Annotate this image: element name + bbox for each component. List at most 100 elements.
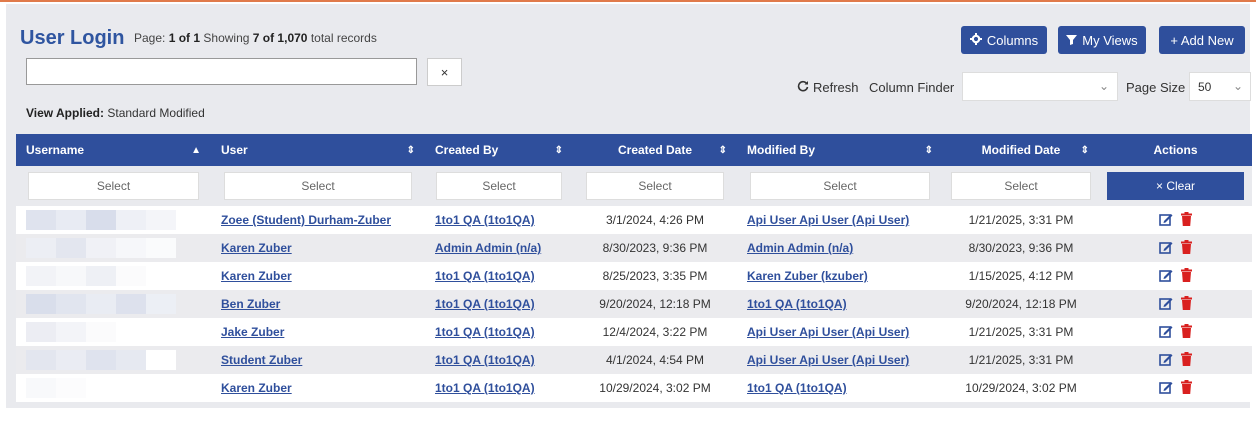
username-cell [16,210,211,230]
trash-icon[interactable] [1181,239,1192,257]
user-link[interactable]: Karen Zuber [221,241,292,255]
modified-date-filter[interactable]: Select [951,172,1091,200]
modified-by-link-cell: Api User Api User (Api User) [737,213,943,227]
search-clear-button[interactable]: × [427,58,462,86]
user-link[interactable]: Jake Zuber [221,325,284,339]
modified-by-link[interactable]: Api User Api User (Api User) [747,213,909,227]
modified-by-link[interactable]: Api User Api User (Api User) [747,353,909,367]
edit-icon[interactable] [1159,268,1173,285]
modified-by-link[interactable]: 1to1 QA (1to1QA) [747,381,847,395]
created-by-link[interactable]: 1to1 QA (1to1QA) [435,353,535,367]
user-filter[interactable]: Select [224,172,412,200]
column-header-user[interactable]: User ⇕ [211,134,425,166]
table-row: Zoee (Student) Durham-Zuber 1to1 QA (1to1… [16,206,1252,234]
modified-by-link[interactable]: Karen Zuber (kzuber) [747,269,868,283]
modified-date-cell: 1/21/2025, 3:31 PM [943,353,1099,367]
refresh-label: Refresh [813,80,859,95]
page-size-value: 50 [1198,80,1212,94]
created-by-link[interactable]: Admin Admin (n/a) [435,241,541,255]
user-link-cell: Zoee (Student) Durham-Zuber [211,213,425,227]
chevron-down-icon: ⌄ [1232,79,1243,93]
edit-icon[interactable] [1159,352,1173,369]
created-by-link[interactable]: 1to1 QA (1to1QA) [435,381,535,395]
redacted-username [26,322,201,342]
clear-filters-button[interactable]: × Clear [1107,172,1244,200]
modified-by-link[interactable]: Admin Admin (n/a) [747,241,853,255]
table-row: Ben Zuber 1to1 QA (1to1QA) 9/20/2024, 12:1… [16,290,1252,318]
column-header-modified-by[interactable]: Modified By ⇕ [737,134,943,166]
edit-icon[interactable] [1159,212,1173,229]
filter-cell: Select [211,172,425,200]
created-by-link-cell: 1to1 QA (1to1QA) [425,325,573,339]
redacted-username [26,210,201,230]
filter-cell: Select [737,172,943,200]
user-link[interactable]: Karen Zuber [221,269,292,283]
redacted-username [26,350,201,370]
column-header-created-by[interactable]: Created By ⇕ [425,134,573,166]
page-size-select[interactable]: 50 ⌄ [1189,72,1251,101]
page-info: Page: 1 of 1 Showing 7 of 1,070 total re… [134,31,377,45]
column-header-created-date[interactable]: Created Date ⇕ [573,134,737,166]
search-input[interactable] [26,58,417,85]
modified-date-cell: 8/30/2023, 9:36 PM [943,241,1099,255]
refresh-button[interactable]: Refresh [797,80,859,95]
redacted-username [26,238,201,258]
column-finder-select[interactable]: ⌄ [962,72,1118,101]
modified-by-link-cell: 1to1 QA (1to1QA) [737,381,943,395]
created-date-cell: 8/25/2023, 3:35 PM [573,269,737,283]
created-by-link[interactable]: 1to1 QA (1to1QA) [435,325,535,339]
sort-asc-icon: ▲ [191,144,201,156]
created-by-link-cell: Admin Admin (n/a) [425,241,573,255]
created-by-link[interactable]: 1to1 QA (1to1QA) [435,213,535,227]
trash-icon[interactable] [1181,323,1192,341]
trash-icon[interactable] [1181,267,1192,285]
modified-by-link[interactable]: 1to1 QA (1to1QA) [747,297,847,311]
modified-date: 1/15/2025, 4:12 PM [968,269,1074,283]
add-new-button[interactable]: + Add New [1159,26,1245,54]
column-header-actions: Actions [1099,134,1252,166]
column-header-label: Modified By [747,143,815,157]
user-link-cell: Student Zuber [211,353,425,367]
modified-date-cell: 10/29/2024, 3:02 PM [943,381,1099,395]
actions-cell [1099,211,1252,229]
table-header: Username ▲ User ⇕ Created By ⇕ Created D… [16,134,1252,166]
user-link[interactable]: Karen Zuber [221,381,292,395]
created-by-link-cell: 1to1 QA (1to1QA) [425,297,573,311]
user-link[interactable]: Student Zuber [221,353,302,367]
redacted-username [26,378,201,398]
column-header-username[interactable]: Username ▲ [16,134,211,166]
trash-icon[interactable] [1181,211,1192,229]
created-date-cell: 12/4/2024, 3:22 PM [573,325,737,339]
modified-by-link[interactable]: Api User Api User (Api User) [747,325,909,339]
edit-icon[interactable] [1159,296,1173,313]
edit-icon[interactable] [1159,324,1173,341]
created-by-link[interactable]: 1to1 QA (1to1QA) [435,297,535,311]
trash-icon[interactable] [1181,379,1192,397]
records-table: Username ▲ User ⇕ Created By ⇕ Created D… [16,134,1252,402]
created-by-link[interactable]: 1to1 QA (1to1QA) [435,269,535,283]
modified-date: 1/21/2025, 3:31 PM [968,325,1074,339]
created-date-filter[interactable]: Select [586,172,724,200]
created-date: 3/1/2024, 4:26 PM [605,213,705,227]
edit-icon[interactable] [1159,240,1173,257]
user-link[interactable]: Zoee (Student) Durham-Zuber [221,213,391,227]
column-header-modified-date[interactable]: Modified Date ⇕ [943,134,1099,166]
username-cell [16,378,211,398]
trash-icon[interactable] [1181,295,1192,313]
columns-button[interactable]: Columns [961,26,1047,54]
trash-icon[interactable] [1181,351,1192,369]
edit-icon[interactable] [1159,380,1173,397]
created-date: 12/4/2024, 3:22 PM [602,325,708,339]
showing-count: 7 of 1,070 [252,31,308,45]
actions-cell [1099,295,1252,313]
user-link-cell: Karen Zuber [211,381,425,395]
sort-icon: ⇕ [554,144,563,156]
column-header-label: Actions [1153,143,1198,157]
user-link[interactable]: Ben Zuber [221,297,280,311]
created-by-filter[interactable]: Select [436,172,562,200]
modified-by-filter[interactable]: Select [750,172,930,200]
modified-date: 1/21/2025, 3:31 PM [968,353,1074,367]
my-views-button[interactable]: My Views [1058,26,1146,54]
username-filter[interactable]: Select [28,172,199,200]
modified-date-cell: 9/20/2024, 12:18 PM [943,297,1099,311]
